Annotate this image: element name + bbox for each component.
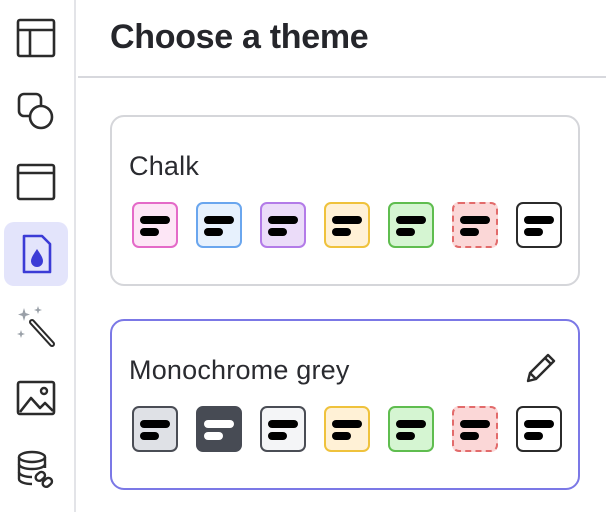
swatch-text-line <box>332 432 351 440</box>
color-swatch <box>388 202 434 248</box>
theme-card-chalk[interactable]: Chalk <box>110 115 580 286</box>
swatch-text-line <box>204 420 234 428</box>
swatch-text-line <box>204 216 234 224</box>
swatch-text-line <box>332 216 362 224</box>
swatch-text-line <box>460 228 479 236</box>
nav-database-button[interactable] <box>4 438 68 502</box>
swatch-text-line <box>268 432 287 440</box>
swatch-text-line <box>140 216 170 224</box>
swatch-text-line <box>460 420 490 428</box>
swatch-text-line <box>268 216 298 224</box>
swatch-text-line <box>332 228 351 236</box>
sidebar <box>0 0 76 512</box>
nav-shapes-button[interactable] <box>4 78 68 142</box>
color-swatch <box>324 202 370 248</box>
image-icon <box>16 380 56 416</box>
color-swatch <box>260 202 306 248</box>
theme-card-monochrome-grey[interactable]: Monochrome grey <box>110 319 580 490</box>
swatch-text-line <box>396 420 426 428</box>
window-icon <box>16 163 56 201</box>
swatch-text-line <box>396 432 415 440</box>
swatch-text-line <box>460 432 479 440</box>
swatch-text-line <box>396 228 415 236</box>
theme-drop-icon <box>22 234 52 274</box>
shapes-icon <box>17 92 54 130</box>
color-swatch <box>452 406 498 452</box>
color-swatch <box>260 406 306 452</box>
swatch-text-line <box>524 420 554 428</box>
color-swatch <box>324 406 370 452</box>
nav-image-button[interactable] <box>4 366 68 430</box>
color-swatch <box>516 406 562 452</box>
theme-swatches <box>132 202 562 248</box>
page-title: Choose a theme <box>110 18 369 56</box>
panel-header: Choose a theme <box>78 0 606 78</box>
swatch-text-line <box>460 216 490 224</box>
swatch-text-line <box>332 420 362 428</box>
nav-window-button[interactable] <box>4 150 68 214</box>
color-swatch <box>516 202 562 248</box>
magic-wand-icon <box>17 306 55 347</box>
color-swatch <box>132 406 178 452</box>
nav-magic-button[interactable] <box>4 294 68 358</box>
swatch-text-line <box>140 228 159 236</box>
database-link-icon <box>17 450 54 489</box>
swatch-text-line <box>396 216 426 224</box>
nav-layout-button[interactable] <box>4 6 68 70</box>
theme-swatches <box>132 406 562 452</box>
color-swatch <box>196 202 242 248</box>
pencil-icon[interactable] <box>520 349 560 389</box>
swatch-text-line <box>524 228 543 236</box>
swatch-text-line <box>204 432 223 440</box>
color-swatch <box>132 202 178 248</box>
color-swatch <box>196 406 242 452</box>
swatch-text-line <box>268 228 287 236</box>
swatch-text-line <box>140 432 159 440</box>
swatch-text-line <box>524 216 554 224</box>
nav-theme-button[interactable] <box>4 222 68 286</box>
layout-icon <box>16 18 56 58</box>
color-swatch <box>452 202 498 248</box>
swatch-text-line <box>204 228 223 236</box>
swatch-text-line <box>140 420 170 428</box>
swatch-text-line <box>524 432 543 440</box>
theme-name: Chalk <box>129 151 200 181</box>
swatch-text-line <box>268 420 298 428</box>
theme-name: Monochrome grey <box>129 355 350 385</box>
color-swatch <box>388 406 434 452</box>
